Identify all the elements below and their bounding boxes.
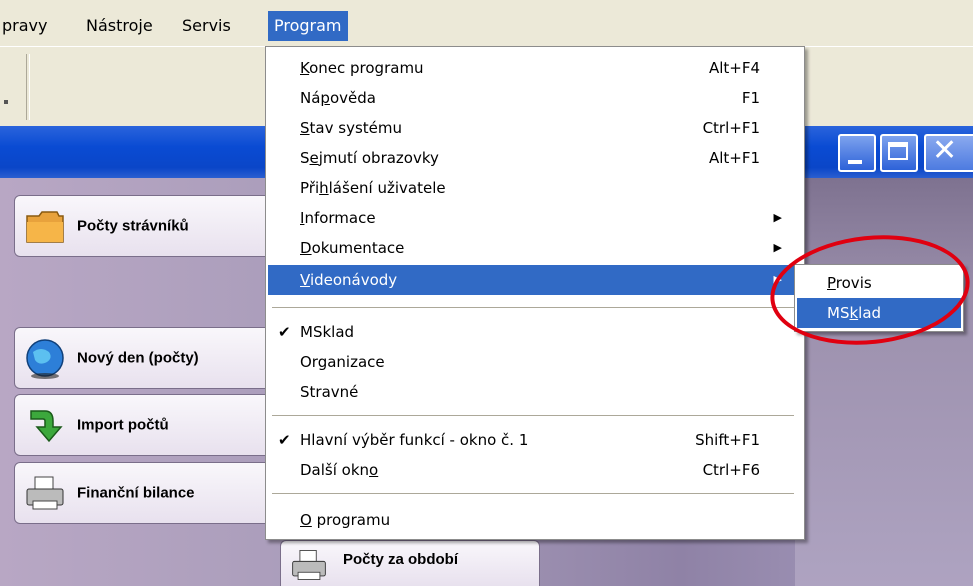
globe-icon bbox=[26, 339, 64, 379]
menu-program[interactable]: Program bbox=[268, 11, 348, 41]
menu-item-label: Další okno bbox=[300, 461, 379, 479]
import-arrow-icon bbox=[30, 410, 63, 443]
menu-bar: pravy Nástroje Servis Program bbox=[0, 0, 973, 46]
menu-item-label: O programu bbox=[300, 511, 391, 529]
menu-item-label: MSklad bbox=[300, 323, 355, 341]
menu-item-napoveda[interactable]: Nápověda F1 bbox=[268, 83, 800, 113]
menu-upravy[interactable]: pravy bbox=[0, 11, 53, 41]
printer-icon bbox=[26, 476, 64, 510]
menu-item-label: Provis bbox=[827, 274, 872, 292]
menu-item-label: Sejmutí obrazovky bbox=[300, 149, 439, 167]
menu-separator bbox=[272, 307, 794, 309]
toolbar-grip bbox=[4, 100, 8, 104]
pocty-za-obdobi-label: Počty za období bbox=[343, 551, 459, 568]
menu-item-o-programu[interactable]: O programu bbox=[268, 505, 800, 535]
shortcut-label: F1 bbox=[741, 89, 760, 107]
submenu-item-msklad[interactable]: MSklad bbox=[797, 298, 961, 328]
shortcut-label: Ctrl+F6 bbox=[702, 461, 760, 479]
menu-servis[interactable]: Servis bbox=[176, 11, 237, 41]
submenu-arrow-icon: ▶ bbox=[773, 211, 782, 224]
shortcut-label: Shift+F1 bbox=[695, 431, 760, 449]
import-poctu-label: Import počtů bbox=[77, 416, 169, 434]
menu-item-sejmuti-obrazovky[interactable]: Sejmutí obrazovky Alt+F1 bbox=[268, 143, 800, 173]
menu-item-label: Stravné bbox=[300, 383, 359, 401]
menu-nastroje[interactable]: Nástroje bbox=[80, 11, 159, 41]
printer-icon bbox=[292, 550, 326, 580]
pocty-stravniku-button[interactable]: Počty strávníků bbox=[14, 195, 284, 257]
menu-item-label: Dokumentace bbox=[300, 239, 405, 257]
menu-item-prihlaseni-uzivatele[interactable]: Přihlášení uživatele bbox=[268, 173, 800, 203]
menu-item-label: Přihlášení uživatele bbox=[300, 179, 446, 197]
right-panel bbox=[795, 178, 973, 586]
program-menu: Konec programu Alt+F4 Nápověda F1 Stav s… bbox=[265, 46, 805, 540]
menu-item-label: Organizace bbox=[300, 353, 385, 371]
menu-item-konec-programu[interactable]: Konec programu Alt+F4 bbox=[268, 53, 800, 83]
submenu-arrow-icon: ▶ bbox=[773, 273, 782, 286]
menu-item-label: Konec programu bbox=[300, 59, 424, 77]
shortcut-label: Alt+F1 bbox=[708, 149, 760, 167]
menu-item-label: Nápověda bbox=[300, 89, 376, 107]
novy-den-label: Nový den (počty) bbox=[77, 349, 199, 367]
menu-item-informace[interactable]: Informace ▶ bbox=[268, 203, 800, 233]
submenu-arrow-icon: ▶ bbox=[773, 241, 782, 254]
shortcut-label: Ctrl+F1 bbox=[702, 119, 760, 137]
videonavody-submenu: Provis MSklad bbox=[794, 264, 964, 332]
minimize-button[interactable] bbox=[838, 134, 876, 172]
toolbar-separator bbox=[26, 54, 30, 120]
menu-item-stav-systemu[interactable]: Stav systému Ctrl+F1 bbox=[268, 113, 800, 143]
pocty-za-obdobi-button[interactable]: Počty za období bbox=[280, 540, 540, 586]
menu-item-dokumentace[interactable]: Dokumentace ▶ bbox=[268, 233, 800, 263]
menu-item-organizace[interactable]: Organizace bbox=[268, 347, 800, 377]
menu-item-dalsi-okno[interactable]: Další okno Ctrl+F6 bbox=[268, 455, 800, 485]
menu-item-hlavni-vyber[interactable]: ✔ Hlavní výběr funkcí - okno č. 1 Shift+… bbox=[268, 425, 800, 455]
menu-item-label: Informace bbox=[300, 209, 376, 227]
menu-item-videonavody[interactable]: Videonávody ▶ bbox=[268, 265, 800, 295]
menu-item-label: MSklad bbox=[827, 304, 882, 322]
pocty-stravniku-label: Počty strávníků bbox=[77, 217, 189, 235]
checkmark-icon: ✔ bbox=[278, 323, 291, 341]
import-poctu-button[interactable]: Import počtů bbox=[14, 394, 284, 456]
novy-den-button[interactable]: Nový den (počty) bbox=[14, 327, 284, 389]
shortcut-label: Alt+F4 bbox=[708, 59, 760, 77]
close-button[interactable] bbox=[924, 133, 973, 172]
menu-item-label: Hlavní výběr funkcí - okno č. 1 bbox=[300, 431, 529, 449]
menu-separator bbox=[272, 415, 794, 417]
folder-icon bbox=[26, 211, 64, 243]
menu-item-stravne[interactable]: Stravné bbox=[268, 377, 800, 407]
menu-item-label: Videonávody bbox=[300, 271, 398, 289]
menu-item-msklad[interactable]: ✔ MSklad bbox=[268, 317, 800, 347]
maximize-button[interactable] bbox=[880, 134, 918, 172]
submenu-item-provis[interactable]: Provis bbox=[797, 268, 961, 298]
financni-bilance-label: Finanční bilance bbox=[77, 484, 195, 502]
financni-bilance-button[interactable]: Finanční bilance bbox=[14, 462, 284, 524]
menu-item-label: Stav systému bbox=[300, 119, 402, 137]
checkmark-icon: ✔ bbox=[278, 431, 291, 449]
menu-separator bbox=[272, 493, 794, 495]
